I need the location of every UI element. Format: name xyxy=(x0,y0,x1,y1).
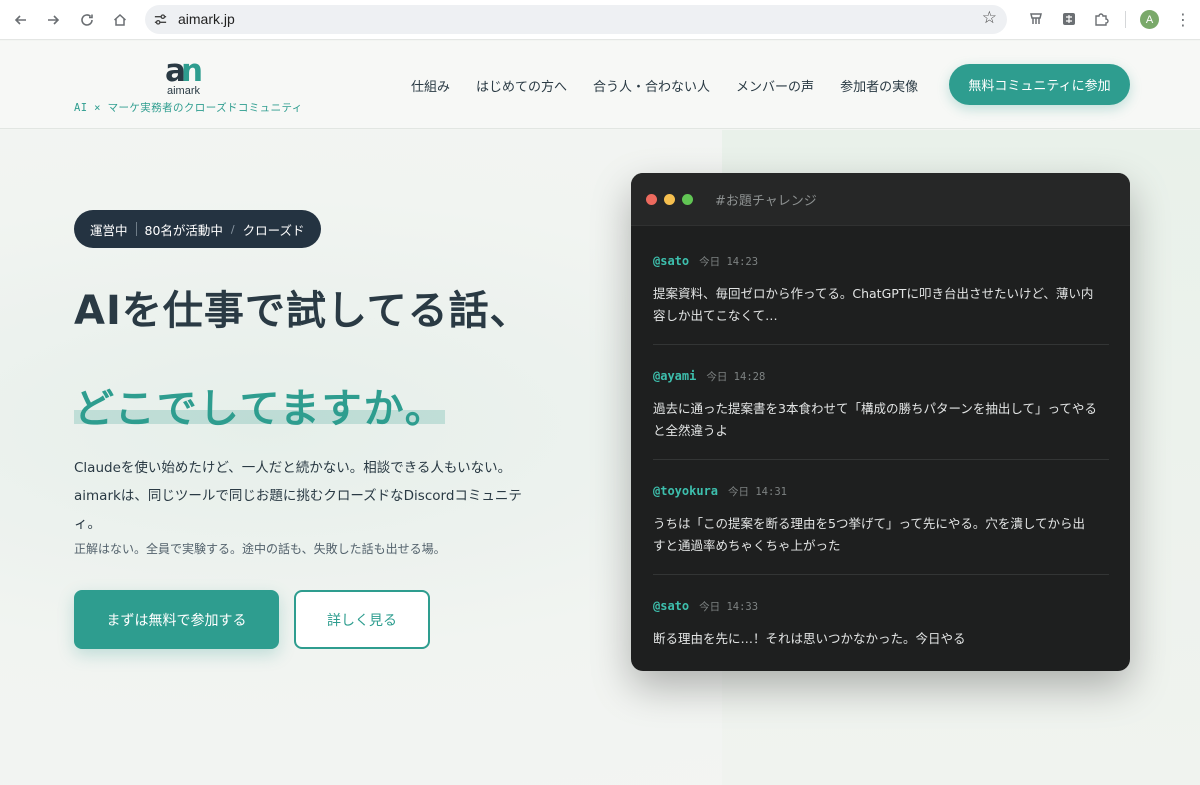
arrow-right-icon xyxy=(48,15,60,25)
message-divider xyxy=(653,574,1109,575)
home-button[interactable] xyxy=(109,9,131,31)
status-members: 80名が活動中 xyxy=(144,222,223,238)
hero-title-line2: どこでしてますか。 xyxy=(74,386,447,432)
logo-mark-icon[interactable]: a n xyxy=(164,55,206,85)
join-free-button[interactable]: まずは無料で参加する xyxy=(74,590,279,649)
arrow-left-icon xyxy=(14,15,26,25)
message-text: うちは「この提案を断る理由を5つ挙げて」って先にやる。穴を潰してから出 すと通過… xyxy=(653,513,1109,557)
hero-description-line1: Claudeを使い始めたけど、一人だと続かない。相談できる人もいない。 xyxy=(74,460,512,476)
status-separator: / xyxy=(230,222,235,236)
svg-text:n: n xyxy=(181,55,201,85)
close-dot-icon xyxy=(646,194,657,205)
nav-item-fit[interactable]: 合う人・合わない人 xyxy=(593,76,710,95)
message-line: うちは「この提案を断る理由を5つ挙げて」って先にやる。穴を潰してから出 xyxy=(653,516,1085,531)
message-time: 今日 14:31 xyxy=(728,486,787,498)
site-header: a n aimark AI × マーケ実務者のクローズドコミュニティ 仕組み は… xyxy=(0,41,1200,129)
kebab-icon[interactable]: ⋮ xyxy=(1175,9,1191,31)
reload-button[interactable] xyxy=(76,9,98,31)
message-line: と全然違うよ xyxy=(653,423,729,438)
chat-message: @ayami 今日 14:28 過去に通った提案書を3本食わせて「構成の勝ちパタ… xyxy=(653,369,1109,442)
message-time: 今日 14:33 xyxy=(699,601,759,613)
message-line: 過去に通った提案書を3本食わせて「構成の勝ちパターンを抽出して」ってやる xyxy=(653,401,1097,416)
profile-avatar[interactable]: A xyxy=(1140,10,1159,29)
nav-item-beginners[interactable]: はじめての方へ xyxy=(476,76,567,95)
hero-title-line1: AIを仕事で試してる話、 xyxy=(74,288,531,334)
tagline: AI × マーケ実務者のクローズドコミュニティ xyxy=(74,102,303,114)
grid-icon xyxy=(1063,13,1075,25)
message-line: 提案資料、毎回ゼロから作ってる。ChatGPTに叩き台出させたいけど、薄い内 xyxy=(653,286,1094,301)
nav-item-voices[interactable]: メンバーの声 xyxy=(736,76,814,95)
message-text: 過去に通った提案書を3本食わせて「構成の勝ちパターンを抽出して」ってやる と全然… xyxy=(653,398,1109,442)
chat-titlebar: #お題チャレンジ xyxy=(631,173,1130,226)
status-divider xyxy=(135,222,137,236)
extension-button-1[interactable] xyxy=(1027,10,1045,28)
hero-description-line2: aimarkは、同じツールで同じお題に挑むクローズドなDiscordコミュニテ xyxy=(74,488,522,504)
back-button[interactable] xyxy=(10,9,32,31)
extension-icon xyxy=(1030,13,1042,24)
message-text: 提案資料、毎回ゼロから作ってる。ChatGPTに叩き台出させたいけど、薄い内 容… xyxy=(653,283,1109,327)
join-community-button[interactable]: 無料コミュニティに参加 xyxy=(949,64,1130,105)
message-divider xyxy=(653,459,1109,460)
message-time: 今日 14:28 xyxy=(706,371,766,383)
minimize-dot-icon xyxy=(664,194,675,205)
logo-name[interactable]: aimark xyxy=(167,85,200,97)
toolbar-divider xyxy=(1125,11,1126,28)
message-time: 今日 14:23 xyxy=(699,256,759,268)
puzzle-icon xyxy=(1095,13,1109,26)
message-line: 断る理由を先に…！それは思いつかなかった。今日やる xyxy=(653,631,966,646)
chat-message: @sato 今日 14:23 提案資料、毎回ゼロから作ってる。ChatGPTに叩… xyxy=(653,254,1109,327)
extension-button-2[interactable] xyxy=(1060,10,1078,28)
home-icon xyxy=(113,13,127,26)
extensions-menu-button[interactable] xyxy=(1092,10,1110,28)
message-user: @toyokura xyxy=(653,484,719,498)
message-divider xyxy=(653,344,1109,345)
maximize-dot-icon xyxy=(682,194,693,205)
message-line: 容しか出てこなくて… xyxy=(653,308,778,323)
chat-channel-name: #お題チャレンジ xyxy=(715,194,817,209)
chat-message: @sato 今日 14:33 断る理由を先に…！それは思いつかなかった。今日やる xyxy=(653,599,1109,650)
browser-toolbar: aimark.jp ☆ A ⋮ xyxy=(0,0,1200,40)
nav-item-members[interactable]: 参加者の実像 xyxy=(840,76,918,95)
address-bar[interactable]: aimark.jp ☆ xyxy=(145,5,1007,34)
status-type: クローズド xyxy=(242,222,305,238)
message-user: @ayami xyxy=(653,369,697,383)
message-text: 断る理由を先に…！それは思いつかなかった。今日やる xyxy=(653,628,1109,650)
status-live: 運営中 xyxy=(90,222,128,238)
url-text[interactable]: aimark.jp xyxy=(178,11,235,27)
star-icon[interactable]: ☆ xyxy=(982,8,997,28)
learn-more-button[interactable]: 詳しく見る xyxy=(294,590,430,649)
chat-message: @toyokura 今日 14:31 うちは「この提案を断る理由を5つ挙げて」っ… xyxy=(653,484,1109,557)
hero-section: 運営中 80名が活動中 / クローズド AIを仕事で試してる話、 どこでしてます… xyxy=(0,130,1200,785)
tune-icon[interactable] xyxy=(153,12,168,27)
chat-window: #お題チャレンジ @sato 今日 14:23 提案資料、毎回ゼロから作ってる。… xyxy=(631,173,1130,671)
message-user: @sato xyxy=(653,254,690,268)
status-badge: 運営中 80名が活動中 / クローズド xyxy=(74,210,321,248)
hero-subnote: 正解はない。全員で実験する。途中の話も、失敗した話も出せる場。 xyxy=(74,542,446,556)
reload-icon xyxy=(81,14,93,26)
hero-description-line3: ィ。 xyxy=(74,516,101,532)
message-line: すと通過率めちゃくちゃ上がった xyxy=(653,538,841,553)
main-nav: 仕組み はじめての方へ 合う人・合わない人 メンバーの声 参加者の実像 xyxy=(411,76,918,95)
forward-button[interactable] xyxy=(42,9,64,31)
message-user: @sato xyxy=(653,599,690,613)
nav-item-mechanism[interactable]: 仕組み xyxy=(411,76,450,95)
